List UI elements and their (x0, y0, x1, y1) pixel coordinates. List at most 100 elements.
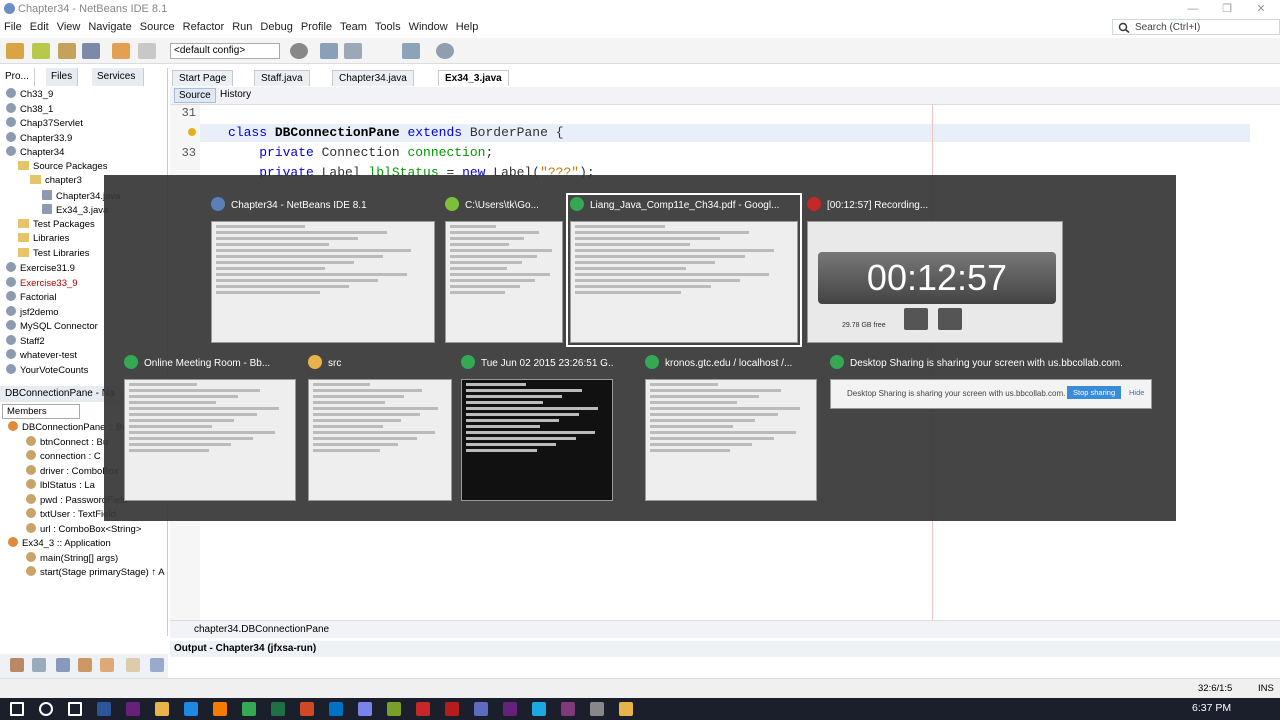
fqn-icon[interactable] (150, 658, 164, 672)
task-view-icon[interactable] (68, 702, 82, 716)
visual-studio-icon[interactable] (503, 702, 517, 716)
folder-icon (308, 355, 322, 369)
build-icon[interactable] (320, 43, 338, 59)
acrobat-icon[interactable] (445, 702, 459, 716)
navigator-item[interactable]: Ex34_3 :: Application (0, 537, 166, 552)
debug-icon[interactable] (402, 43, 420, 59)
clean-build-icon[interactable] (344, 43, 362, 59)
powerpoint-icon[interactable] (300, 702, 314, 716)
redo-icon[interactable] (138, 43, 156, 59)
project-icon (6, 146, 16, 156)
breadcrumb-label[interactable]: chapter34.DBConnectionPane (194, 624, 329, 635)
config-select[interactable]: <default config> (170, 43, 280, 59)
outlook-icon[interactable] (329, 702, 343, 716)
cortana-icon[interactable] (39, 702, 53, 716)
tab-services[interactable]: Services (92, 68, 144, 86)
static-icon[interactable] (56, 658, 70, 672)
filter-icon[interactable] (10, 658, 24, 672)
firefox-icon[interactable] (213, 702, 227, 716)
menu-navigate[interactable]: Navigate (84, 18, 135, 36)
menu-view[interactable]: View (53, 18, 85, 36)
tree-item[interactable]: Chapter34 (0, 146, 166, 161)
start-icon[interactable] (10, 702, 24, 716)
undo-icon[interactable] (112, 43, 130, 59)
edge-icon[interactable] (184, 702, 198, 716)
tree-item[interactable]: Ch33_9 (0, 88, 166, 103)
code-token: ; (485, 145, 494, 160)
window-thumbnail[interactable]: Tue Jun 02 2015 23:26:51 G... (461, 355, 613, 501)
maximize-button[interactable]: ❐ (1210, 0, 1244, 18)
tab-staff-java[interactable]: Staff.java (254, 70, 310, 86)
menu-refactor[interactable]: Refactor (179, 18, 229, 36)
onenote-icon[interactable] (561, 702, 575, 716)
tree-item[interactable]: Chap37Servlet (0, 117, 166, 132)
minimize-button[interactable]: — (1176, 0, 1210, 18)
visual-studio-icon[interactable] (126, 702, 140, 716)
menu-profile[interactable]: Profile (297, 18, 336, 36)
menu-tools[interactable]: Tools (371, 18, 405, 36)
code-line[interactable]: private Connection connection; (228, 145, 493, 160)
pause-icon[interactable] (904, 308, 928, 330)
tab-ex34-3-java[interactable]: Ex34_3.java (438, 70, 509, 86)
menu-edit[interactable]: Edit (26, 18, 53, 36)
close-button[interactable]: ✕ (1244, 0, 1278, 18)
window-thumbnail[interactable]: src (308, 355, 452, 501)
window-thumbnail[interactable]: Desktop Sharing is sharing your screen w… (830, 355, 1152, 409)
lock-icon[interactable] (78, 658, 92, 672)
output-tab[interactable]: Output - Chapter34 (jfxsa-run) (174, 643, 316, 654)
sort-icon[interactable] (100, 658, 114, 672)
stop-icon[interactable] (938, 308, 962, 330)
search-input[interactable]: Search (Ctrl+I) (1112, 19, 1280, 35)
app-icon[interactable] (358, 702, 372, 716)
members-select[interactable]: Members (2, 404, 80, 419)
app-icon[interactable] (474, 702, 488, 716)
tree-item[interactable]: Ch38_1 (0, 102, 166, 118)
window-thumbnail[interactable]: [00:12:57] Recording... 00:12:57 29.78 GB … (807, 197, 1063, 343)
navigator-item[interactable]: main(String[] args) (0, 551, 166, 567)
class-icon (8, 537, 18, 547)
window-thumbnail[interactable]: Chapter34 - NetBeans IDE 8.1 (211, 197, 435, 343)
menu-file[interactable]: File (0, 18, 26, 36)
history-tab[interactable]: History (216, 88, 255, 101)
window-thumbnail[interactable]: Online Meeting Room - Bb... (124, 355, 296, 501)
profile-icon[interactable] (436, 43, 454, 59)
menu-source[interactable]: Source (136, 18, 179, 36)
vlc-icon[interactable] (619, 702, 633, 716)
excel-icon[interactable] (271, 702, 285, 716)
tab-projects[interactable]: Pro... (0, 68, 35, 86)
file-explorer-icon[interactable] (155, 702, 169, 716)
window-thumbnail[interactable]: Liang_Java_Comp11e_Ch34.pdf - Googl... (566, 193, 802, 347)
window-thumbnail[interactable]: kronos.gtc.edu / localhost /... (645, 355, 817, 501)
tab-files[interactable]: Files (46, 68, 79, 86)
app-icon[interactable] (590, 702, 604, 716)
menu-window[interactable]: Window (405, 18, 452, 36)
tab-chapter34-java[interactable]: Chapter34.java (332, 70, 414, 86)
menu-run[interactable]: Run (228, 18, 256, 36)
inherited-icon[interactable] (126, 658, 140, 672)
save-all-icon[interactable] (82, 43, 100, 59)
open-project-icon[interactable] (58, 43, 76, 59)
target-icon[interactable] (290, 43, 308, 59)
tab-start-page[interactable]: Start Page (172, 70, 234, 86)
source-tab[interactable]: Source (174, 88, 216, 103)
new-project-icon[interactable] (32, 43, 50, 59)
word-icon[interactable] (97, 702, 111, 716)
new-file-icon[interactable] (6, 43, 24, 59)
tree-item[interactable]: Chapter33.9 (0, 131, 166, 147)
preview-line (216, 243, 330, 246)
navigator-item[interactable]: url : ComboBox<String> (0, 522, 166, 538)
chrome-icon[interactable] (242, 702, 256, 716)
window-thumbnail[interactable]: C:\Users\tk\Go... (445, 197, 563, 343)
hide-button[interactable]: Hide (1129, 388, 1144, 397)
navigator-item[interactable]: start(Stage primaryStage) ↑ A (0, 566, 166, 581)
notepad-icon[interactable] (387, 702, 401, 716)
recorder-icon[interactable] (416, 702, 430, 716)
netbeans-icon[interactable] (532, 702, 546, 716)
menu-debug[interactable]: Debug (256, 18, 296, 36)
fields-icon[interactable] (32, 658, 46, 672)
stop-sharing-button[interactable]: Stop sharing (1067, 386, 1122, 399)
menu-help[interactable]: Help (452, 18, 483, 36)
menu-team[interactable]: Team (336, 18, 371, 36)
tree-item[interactable]: Source Packages (0, 160, 166, 176)
code-line[interactable]: class DBConnectionPane extends BorderPan… (228, 125, 564, 140)
